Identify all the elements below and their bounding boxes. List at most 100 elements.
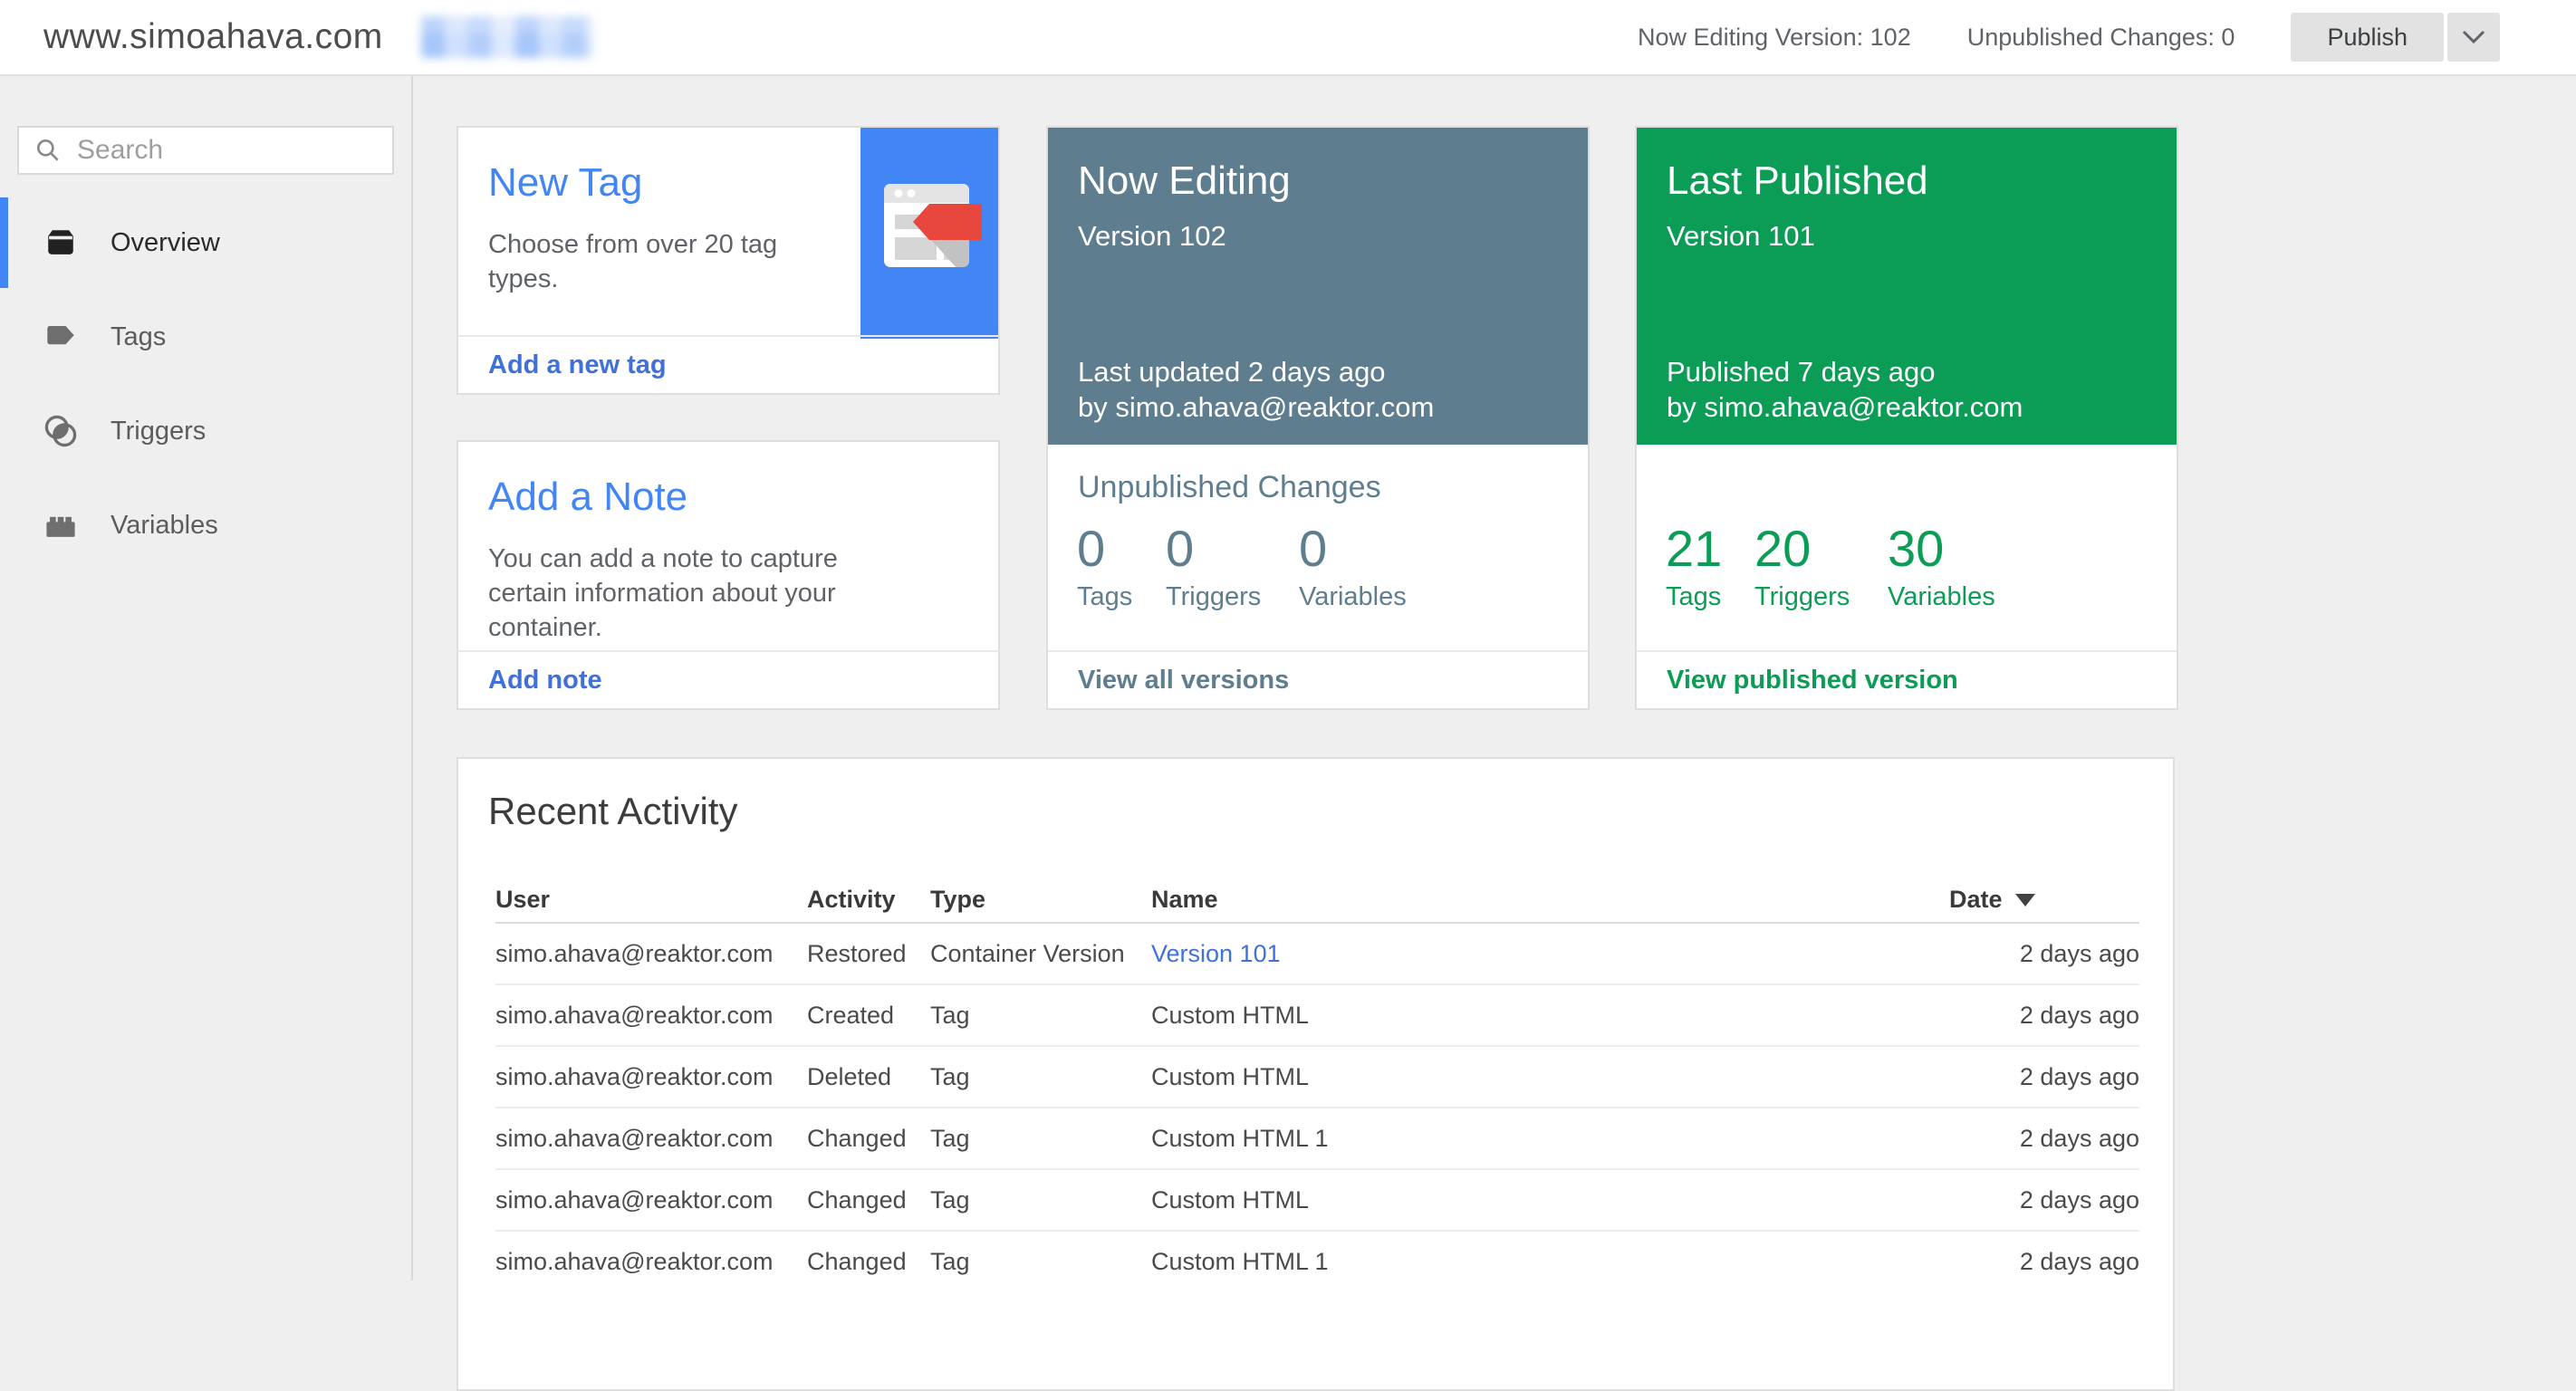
count-triggers: 20 Triggers [1754,523,1850,612]
count-triggers: 0 Triggers [1166,523,1261,612]
add-new-tag-link[interactable]: Add a new tag [488,350,667,380]
publish-button-group: Publish [2291,13,2500,62]
last-published-footer: View published version [1637,650,2177,708]
now-editing-title: Now Editing [1078,158,1291,204]
cell-name: Custom HTML 1 [1151,1231,1949,1291]
recent-activity-panel: Recent Activity User Activity Type Name … [457,757,2175,1391]
new-tag-footer: Add a new tag [458,335,998,393]
triggers-icon [40,410,82,452]
cell-type: Tag [930,1169,1151,1231]
version-101-link[interactable]: Version 101 [1151,940,1281,967]
column-header-date[interactable]: Date [1949,877,2139,923]
count-variables: 0 Variables [1299,523,1407,612]
sort-descending-icon [2015,894,2035,907]
sidebar: Overview Tags [0,76,413,1281]
unpublished-changes-title: Unpublished Changes [1078,470,1381,505]
table-header-row: User Activity Type Name Date [495,877,2139,923]
now-editing-footer: View all versions [1048,650,1588,708]
last-published-title: Last Published [1667,158,1928,204]
column-header-type: Type [930,877,1151,923]
table-row: simo.ahava@reaktor.com Deleted Tag Custo… [495,1046,2139,1108]
last-published-card: Last Published Version 101 Published 7 d… [1635,126,2178,710]
chevron-down-icon [2462,30,2485,44]
new-tag-description: Choose from over 20 tag types. [488,227,851,296]
updated-line-1: Last updated 2 days ago [1078,354,1434,389]
last-published-meta: Published 7 days ago by simo.ahava@reakt… [1667,354,2023,425]
cell-activity: Changed [807,1108,930,1169]
now-editing-header: Now Editing Version 102 Last updated 2 d… [1048,128,1588,445]
table-row: simo.ahava@reaktor.com Changed Tag Custo… [495,1231,2139,1291]
cell-type: Container Version [930,923,1151,984]
search-icon [34,136,62,165]
unpublished-changes-label: Unpublished Changes: 0 [1967,24,2235,52]
cell-name: Custom HTML [1151,1169,1949,1231]
cell-name: Version 101 [1151,923,1949,984]
column-header-activity: Activity [807,877,930,923]
cell-activity: Changed [807,1169,930,1231]
now-editing-meta: Last updated 2 days ago by simo.ahava@re… [1078,354,1434,425]
add-note-title-link[interactable]: Add a Note [488,475,687,520]
cell-user: simo.ahava@reaktor.com [495,984,807,1046]
table-row: simo.ahava@reaktor.com Changed Tag Custo… [495,1169,2139,1231]
cell-date: 2 days ago [1949,1169,2139,1231]
search-box [17,126,394,175]
tag-icon [40,316,82,358]
count-tags: 0 Tags [1077,523,1132,612]
cell-activity: Restored [807,923,930,984]
updated-line-2: by simo.ahava@reaktor.com [1078,389,1434,425]
now-editing-version: Version 102 [1078,220,1226,253]
cell-type: Tag [930,1231,1151,1291]
gtm-overview-page: www.simoahava.com Now Editing Version: 1… [0,0,2576,1281]
cell-activity: Changed [807,1231,930,1291]
new-tag-title-link[interactable]: New Tag [488,160,642,206]
cell-type: Tag [930,984,1151,1046]
add-note-description: You can add a note to capture certain in… [488,542,851,645]
cell-type: Tag [930,1046,1151,1108]
add-note-card: Add a Note You can add a note to capture… [457,440,1000,710]
sidebar-item-label: Triggers [111,417,206,446]
cell-activity: Created [807,984,930,1046]
last-published-version: Version 101 [1667,220,1815,253]
sidebar-nav: Overview Tags [0,196,411,572]
table-row: simo.ahava@reaktor.com Changed Tag Custo… [495,1108,2139,1169]
view-published-version-link[interactable]: View published version [1667,666,1958,696]
overview-icon [40,222,82,264]
count-variables: 30 Variables [1888,523,1995,612]
cell-date: 2 days ago [1949,1046,2139,1108]
cell-date: 2 days ago [1949,1231,2139,1291]
published-line-1: Published 7 days ago [1667,354,2023,389]
sidebar-item-label: Tags [111,322,166,352]
sidebar-item-label: Variables [111,511,218,541]
cell-name: Custom HTML 1 [1151,1108,1949,1169]
publish-button[interactable]: Publish [2291,13,2444,62]
main-content: New Tag Choose from over 20 tag types. A… [415,76,2576,1281]
cell-user: simo.ahava@reaktor.com [495,923,807,984]
sidebar-item-tags[interactable]: Tags [0,290,411,384]
table-row: simo.ahava@reaktor.com Created Tag Custo… [495,984,2139,1046]
recent-activity-title: Recent Activity [488,790,737,833]
published-line-2: by simo.ahava@reaktor.com [1667,389,2023,425]
column-header-name: Name [1151,877,1949,923]
column-header-user: User [495,877,807,923]
sidebar-item-overview[interactable]: Overview [0,196,411,290]
cell-user: simo.ahava@reaktor.com [495,1046,807,1108]
search-input[interactable] [75,134,378,167]
add-note-link[interactable]: Add note [488,666,602,696]
cell-date: 2 days ago [1949,984,2139,1046]
redacted-container-id-badge [421,16,593,58]
table-row: simo.ahava@reaktor.com Restored Containe… [495,923,2139,984]
top-bar: www.simoahava.com Now Editing Version: 1… [0,0,2576,76]
cell-name: Custom HTML [1151,984,1949,1046]
cell-type: Tag [930,1108,1151,1169]
cell-user: simo.ahava@reaktor.com [495,1231,807,1291]
cell-date: 2 days ago [1949,1108,2139,1169]
variables-icon [40,504,82,546]
sidebar-item-variables[interactable]: Variables [0,478,411,572]
now-editing-version-label: Now Editing Version: 102 [1638,24,1911,52]
sidebar-item-triggers[interactable]: Triggers [0,384,411,478]
cell-name: Custom HTML [1151,1046,1949,1108]
publish-dropdown-button[interactable] [2447,13,2500,62]
now-editing-card: Now Editing Version 102 Last updated 2 d… [1046,126,1590,710]
cell-date: 2 days ago [1949,923,2139,984]
view-all-versions-link[interactable]: View all versions [1078,666,1289,696]
